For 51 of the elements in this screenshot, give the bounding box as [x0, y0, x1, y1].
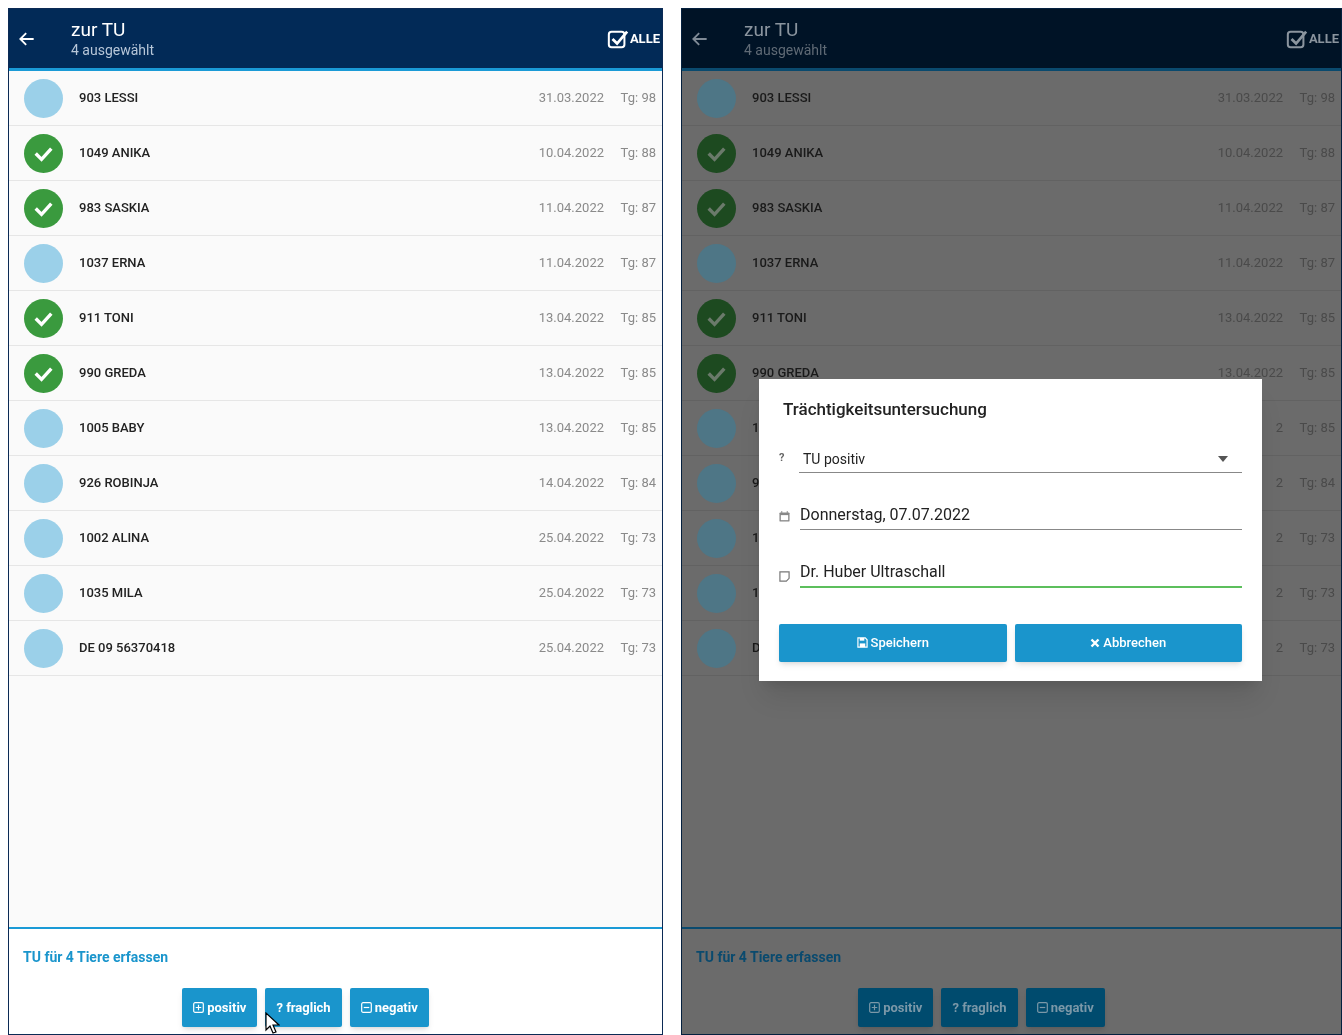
- date-text: 31.03.2022: [538, 89, 604, 108]
- date-text: 25.04.2022: [538, 529, 604, 548]
- animal-name: 1037 ERNA: [752, 254, 819, 273]
- days-text: Tg: 85: [619, 309, 657, 328]
- animal-name: DE 09 56370418: [79, 639, 176, 658]
- date-text: 11.04.2022: [538, 199, 604, 218]
- selection-count: 4 ausgewählt: [744, 41, 828, 60]
- animal-name: 983 SASKIA: [79, 199, 150, 218]
- section-caption: TU für 4 Tiere erfassen: [696, 948, 843, 967]
- date-text: 13.04.2022: [538, 364, 604, 383]
- days-text: Tg: 84: [619, 474, 657, 493]
- question-mark-icon: ?: [779, 450, 789, 467]
- animal-name: 926 ROBINJA: [79, 474, 159, 493]
- days-text: Tg: 87: [619, 254, 657, 273]
- animal-name: 9: [752, 474, 760, 493]
- date-text: 10.04.2022: [538, 144, 604, 163]
- section-caption: TU für 4 Tiere erfassen: [23, 948, 170, 967]
- animal-name: 1035 MILA: [79, 584, 143, 603]
- date-text: 13.04.2022: [538, 419, 604, 438]
- animal-name: 911 TONI: [752, 309, 807, 328]
- animal-name: 903 LESSI: [79, 89, 139, 108]
- animal-name: 1: [752, 584, 760, 603]
- days-text: Tg: 73: [619, 639, 657, 658]
- animal-name: 1037 ERNA: [79, 254, 146, 273]
- days-text: Tg: 73: [619, 529, 657, 548]
- animal-name: 903 LESSI: [752, 89, 812, 108]
- animal-name: 990 GREDA: [79, 364, 146, 383]
- animal-name: 1002 ALINA: [79, 529, 150, 548]
- animal-name: 1: [752, 419, 760, 438]
- animal-name: 1005 BABY: [79, 419, 145, 438]
- days-text: Tg: 98: [619, 89, 657, 108]
- days-text: Tg: 85: [619, 364, 657, 383]
- date-text: 13.04.2022: [538, 309, 604, 328]
- days-text: Tg: 85: [619, 419, 657, 438]
- days-text: Tg: 87: [619, 199, 657, 218]
- animal-name: 911 TONI: [79, 309, 134, 328]
- screen-title: zur TU: [71, 17, 127, 42]
- screen-title: zur TU: [744, 17, 800, 42]
- animal-name: 1049 ANIKA: [752, 144, 824, 163]
- dialog-title: Trächtigkeitsuntersuchung: [783, 398, 988, 421]
- date-text: 25.04.2022: [538, 584, 604, 603]
- animal-name: 983 SASKIA: [752, 199, 823, 218]
- animal-name: 990 GREDA: [752, 364, 819, 383]
- days-text: Tg: 88: [619, 144, 657, 163]
- date-text: 25.04.2022: [538, 639, 604, 658]
- animal-name: 1: [752, 529, 760, 548]
- date-text: 11.04.2022: [538, 254, 604, 273]
- days-text: Tg: 73: [619, 584, 657, 603]
- animal-name: 1049 ANIKA: [79, 144, 151, 163]
- date-text: 14.04.2022: [538, 474, 604, 493]
- selection-count: 4 ausgewählt: [71, 41, 155, 60]
